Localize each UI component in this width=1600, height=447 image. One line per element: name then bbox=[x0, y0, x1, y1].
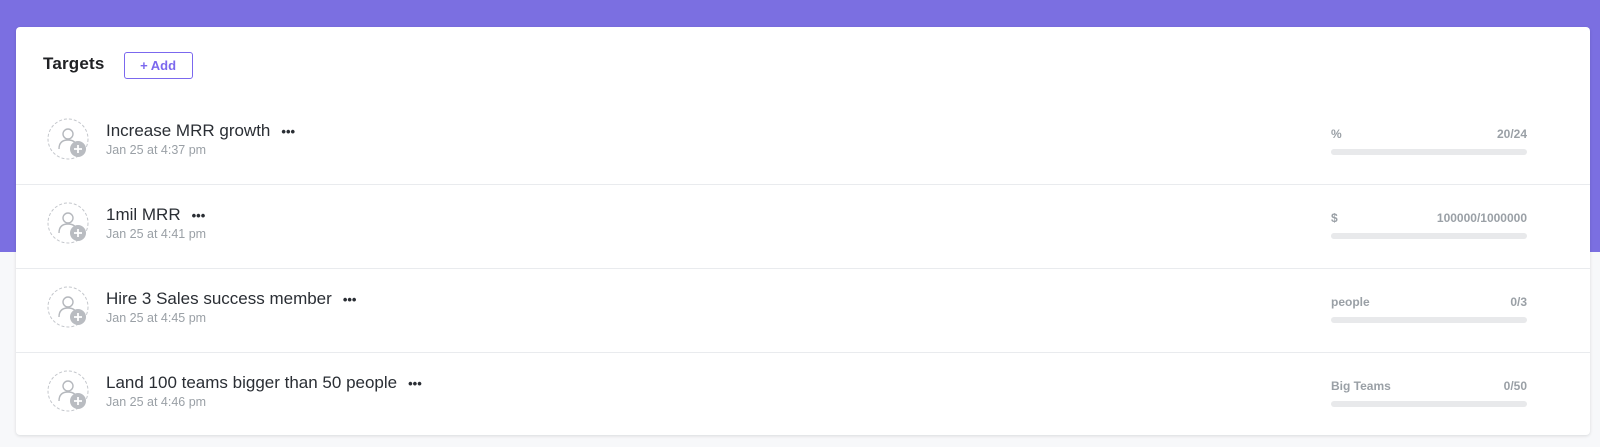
targets-header: Targets + Add bbox=[16, 27, 1590, 101]
progress-value: 20/24 bbox=[1496, 127, 1527, 141]
target-progress: $ 100000/1000000 bbox=[1331, 211, 1527, 239]
progress-unit: $ bbox=[1331, 211, 1338, 225]
target-row[interactable]: Increase MRR growth ••• Jan 25 at 4:37 p… bbox=[16, 101, 1590, 185]
target-name[interactable]: Hire 3 Sales success member bbox=[106, 289, 332, 309]
target-row[interactable]: 1mil MRR ••• Jan 25 at 4:41 pm $ 100000/… bbox=[16, 185, 1590, 269]
targets-card: Targets + Add Increase MRR growth ••• Ja… bbox=[16, 27, 1590, 435]
more-options-icon[interactable]: ••• bbox=[192, 209, 206, 222]
assign-user-icon[interactable] bbox=[47, 286, 89, 328]
page-title: Targets bbox=[43, 54, 105, 73]
target-progress: Big Teams 0/50 bbox=[1331, 379, 1527, 407]
add-target-button[interactable]: + Add bbox=[123, 51, 193, 79]
progress-bar bbox=[1331, 401, 1527, 407]
progress-unit: % bbox=[1331, 127, 1342, 141]
target-name[interactable]: 1mil MRR bbox=[106, 205, 181, 225]
progress-bar bbox=[1331, 149, 1527, 155]
progress-bar bbox=[1331, 317, 1527, 323]
more-options-icon[interactable]: ••• bbox=[408, 377, 422, 390]
progress-unit: people bbox=[1331, 295, 1370, 309]
target-row[interactable]: Land 100 teams bigger than 50 people •••… bbox=[16, 353, 1590, 435]
more-options-icon[interactable]: ••• bbox=[343, 293, 357, 306]
target-name[interactable]: Land 100 teams bigger than 50 people bbox=[106, 373, 397, 393]
assign-user-icon[interactable] bbox=[47, 202, 89, 244]
more-options-icon[interactable]: ••• bbox=[281, 125, 295, 138]
target-progress: % 20/24 bbox=[1331, 127, 1527, 155]
progress-value: 0/3 bbox=[1510, 295, 1527, 309]
progress-unit: Big Teams bbox=[1331, 379, 1391, 393]
target-date: Jan 25 at 4:37 pm bbox=[106, 143, 207, 157]
progress-bar bbox=[1331, 233, 1527, 239]
target-progress: people 0/3 bbox=[1331, 295, 1527, 323]
progress-bar-fill bbox=[1331, 233, 1351, 239]
targets-list: Increase MRR growth ••• Jan 25 at 4:37 p… bbox=[16, 101, 1590, 435]
progress-value: 0/50 bbox=[1503, 379, 1527, 393]
target-row[interactable]: Hire 3 Sales success member ••• Jan 25 a… bbox=[16, 269, 1590, 353]
target-date: Jan 25 at 4:46 pm bbox=[106, 395, 207, 409]
target-date: Jan 25 at 4:45 pm bbox=[106, 311, 207, 325]
assign-user-icon[interactable] bbox=[47, 370, 89, 412]
progress-bar-fill bbox=[1331, 149, 1495, 155]
target-name[interactable]: Increase MRR growth bbox=[106, 121, 270, 141]
assign-user-icon[interactable] bbox=[47, 118, 89, 160]
target-date: Jan 25 at 4:41 pm bbox=[106, 227, 207, 241]
progress-value: 100000/1000000 bbox=[1436, 211, 1527, 225]
